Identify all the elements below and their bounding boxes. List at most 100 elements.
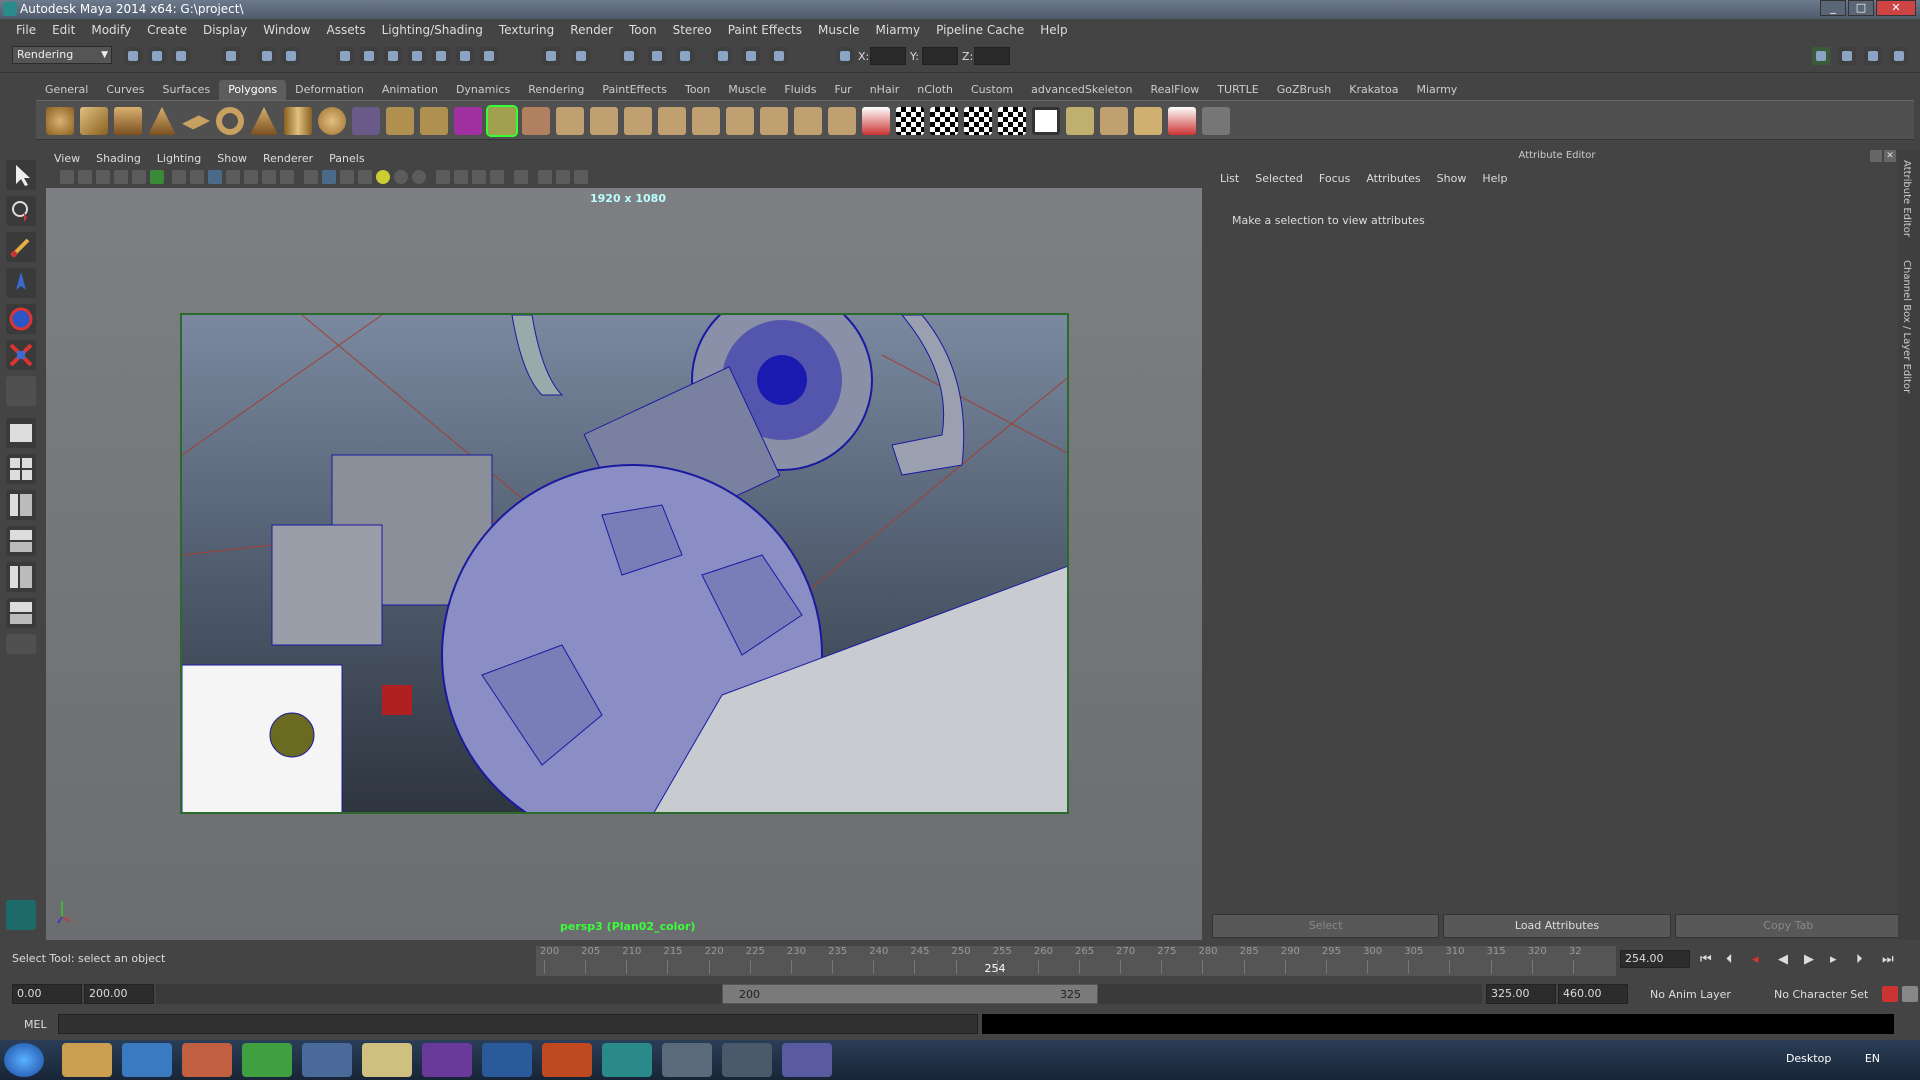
grid-toggle-icon[interactable] <box>172 170 186 184</box>
shelf-tab-gozbrush[interactable]: GoZBrush <box>1268 80 1341 100</box>
ae-menu-list[interactable]: List <box>1212 172 1247 185</box>
render-gate-scene[interactable] <box>180 313 1069 814</box>
shelf-tab-rendering[interactable]: Rendering <box>519 80 593 100</box>
cylindrical-mapping-icon[interactable] <box>896 107 924 135</box>
shelf-tab-turtle[interactable]: TURTLE <box>1208 80 1267 100</box>
shelf-tab-custom[interactable]: Custom <box>962 80 1022 100</box>
backface-culling-icon[interactable] <box>490 170 504 184</box>
sew-uv-icon[interactable] <box>1168 107 1196 135</box>
viewport-menu-shading[interactable]: Shading <box>88 150 149 168</box>
channel-box-side-tab[interactable]: Channel Box / Layer Editor <box>1901 260 1912 393</box>
extrude-icon[interactable] <box>522 107 550 135</box>
resolution-gate-icon[interactable] <box>208 170 222 184</box>
play-forwards-icon[interactable]: ▶ <box>1804 952 1814 967</box>
current-frame-field[interactable]: 254.00 <box>1620 950 1690 968</box>
range-slider-handle[interactable]: 200 325 <box>722 984 1098 1004</box>
step-forward-key-icon[interactable]: ⏵ <box>1856 952 1863 967</box>
unfold-uv-icon[interactable] <box>1066 107 1094 135</box>
minimize-button[interactable]: _ <box>1820 0 1846 16</box>
step-back-frame-icon[interactable]: ◂ <box>1752 952 1759 967</box>
play-backwards-icon[interactable]: ◀ <box>1778 952 1788 967</box>
menu-render[interactable]: Render <box>562 23 621 37</box>
channel-box-toggle-icon[interactable] <box>1890 47 1908 65</box>
shelf-tab-curves[interactable]: Curves <box>97 80 153 100</box>
menu-file[interactable]: File <box>8 23 44 37</box>
wireframe-icon[interactable] <box>304 170 318 184</box>
ie-taskbar-icon[interactable] <box>122 1043 172 1077</box>
paint-select-tool-icon[interactable] <box>6 232 36 262</box>
rotate-tool-icon[interactable] <box>6 304 36 334</box>
split-polygon-icon[interactable] <box>624 107 652 135</box>
field-chart-icon[interactable] <box>244 170 258 184</box>
go-to-end-icon[interactable]: ⏭ <box>1882 952 1894 967</box>
safe-action-icon[interactable] <box>262 170 276 184</box>
xray-joints-icon[interactable] <box>472 170 486 184</box>
smooth-icon[interactable] <box>454 107 482 135</box>
tool-settings-toggle-icon[interactable] <box>1864 47 1882 65</box>
folder-taskbar-icon[interactable] <box>302 1043 352 1077</box>
planar-mapping-icon[interactable] <box>862 107 890 135</box>
select-button[interactable]: Select <box>1212 914 1440 938</box>
ae-menu-help[interactable]: Help <box>1474 172 1515 185</box>
snap-view-icon[interactable] <box>456 47 474 65</box>
sculpt-icon[interactable] <box>828 107 856 135</box>
shelf-tab-deformation[interactable]: Deformation <box>286 80 373 100</box>
load-attributes-button[interactable]: Load Attributes <box>1443 914 1671 938</box>
ae-menu-selected[interactable]: Selected <box>1247 172 1311 185</box>
combine-icon[interactable] <box>352 107 380 135</box>
step-back-key-icon[interactable]: ⏴ <box>1726 952 1733 967</box>
menu-miarmy[interactable]: Miarmy <box>868 23 929 37</box>
auto-key-icon[interactable] <box>1882 986 1898 1002</box>
poly-soccer-ball-icon[interactable] <box>318 107 346 135</box>
menu-modify[interactable]: Modify <box>83 23 139 37</box>
shelf-tab-surfaces[interactable]: Surfaces <box>154 80 220 100</box>
persp-outliner-layout-icon[interactable] <box>6 490 36 520</box>
menu-assets[interactable]: Assets <box>319 23 374 37</box>
explorer-taskbar-icon[interactable] <box>62 1043 112 1077</box>
mel-label[interactable]: MEL <box>24 1018 47 1031</box>
select-hierarchy-icon[interactable] <box>222 47 240 65</box>
hud-toggle-icon[interactable] <box>514 170 528 184</box>
render-settings-icon[interactable] <box>648 47 666 65</box>
poly-cone-icon[interactable] <box>148 107 176 135</box>
cut-uv-icon[interactable] <box>1134 107 1162 135</box>
app-taskbar-icon[interactable] <box>182 1043 232 1077</box>
xray-icon[interactable] <box>454 170 468 184</box>
current-frame-marker[interactable]: 254 <box>984 962 1005 975</box>
select-tool-icon[interactable] <box>6 160 36 190</box>
shadows-icon[interactable] <box>394 170 408 184</box>
menu-help[interactable]: Help <box>1032 23 1075 37</box>
spherical-mapping-icon[interactable] <box>930 107 958 135</box>
files-taskbar-icon[interactable] <box>362 1043 412 1077</box>
start-button-icon[interactable] <box>4 1043 44 1077</box>
batch-render-icon[interactable] <box>770 47 788 65</box>
select-component-icon[interactable] <box>282 47 300 65</box>
z-input[interactable] <box>974 47 1010 65</box>
menu-edit[interactable]: Edit <box>44 23 83 37</box>
move-tool-icon[interactable] <box>6 268 36 298</box>
x-input[interactable] <box>870 47 906 65</box>
tool-taskbar-icon[interactable] <box>662 1043 712 1077</box>
shelf-tab-general[interactable]: General <box>36 80 97 100</box>
menu-texturing[interactable]: Texturing <box>491 23 562 37</box>
gate-mask-icon[interactable] <box>226 170 240 184</box>
shelf-tab-painteffects[interactable]: PaintEffects <box>593 80 676 100</box>
outliner-graph-layout-icon[interactable] <box>6 598 36 628</box>
poly-torus-icon[interactable] <box>216 107 244 135</box>
hypershade-icon[interactable] <box>676 47 694 65</box>
poly-cube-icon[interactable] <box>80 107 108 135</box>
bridge-icon[interactable] <box>556 107 584 135</box>
help-icon[interactable] <box>480 47 498 65</box>
language-indicator[interactable]: EN <box>1865 1052 1880 1065</box>
render-current-icon[interactable] <box>572 47 590 65</box>
last-tool-icon[interactable] <box>6 376 36 406</box>
new-scene-icon[interactable] <box>124 47 142 65</box>
fill-hole-icon[interactable] <box>794 107 822 135</box>
viewport-menu-lighting[interactable]: Lighting <box>149 150 209 168</box>
shelf-tab-polygons[interactable]: Polygons <box>219 80 287 100</box>
smooth-shade-icon[interactable] <box>322 170 336 184</box>
attribute-editor-toggle-icon[interactable] <box>1838 47 1856 65</box>
desktop-toolbar-label[interactable]: Desktop <box>1786 1052 1831 1065</box>
menu-toon[interactable]: Toon <box>621 23 665 37</box>
snap-curve-icon[interactable] <box>360 47 378 65</box>
